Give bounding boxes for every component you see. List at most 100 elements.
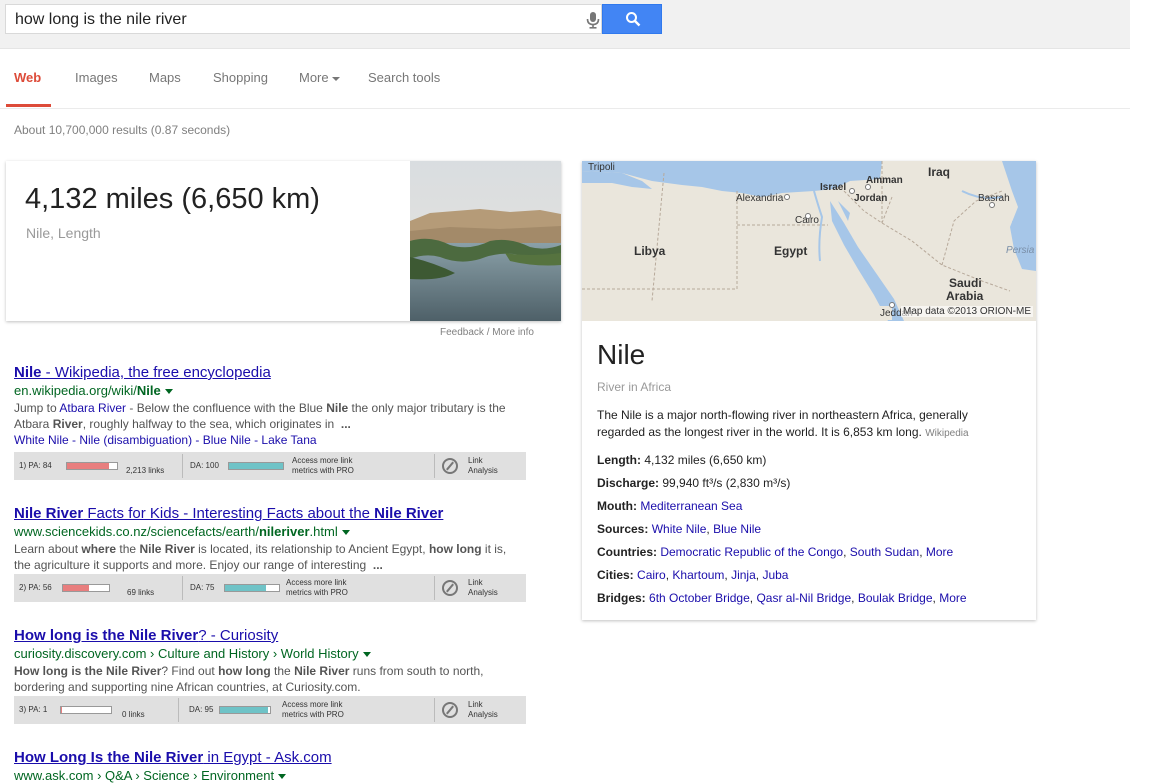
result-title-link[interactable]: How Long Is the Nile River in Egypt - As… [14, 749, 534, 766]
compass-icon[interactable] [442, 458, 458, 474]
tab-images[interactable]: Images [75, 70, 118, 85]
divider [434, 698, 435, 722]
compass-icon[interactable] [442, 580, 458, 596]
divider [434, 454, 435, 478]
feedback-link[interactable]: Feedback / More info [440, 327, 534, 338]
result-title-link[interactable]: How long is the Nile River? - Curiosity [14, 627, 534, 644]
result-url: en.wikipedia.org/wiki/Nile [14, 383, 534, 398]
fact-link[interactable]: Khartoum [672, 568, 724, 582]
search-result: How Long Is the Nile River in Egypt - As… [14, 749, 534, 783]
fact-link[interactable]: 6th October Bridge [649, 591, 750, 605]
tab-maps[interactable]: Maps [149, 70, 181, 85]
search-button[interactable] [602, 4, 662, 34]
result-url: www.sciencekids.co.nz/sciencefacts/earth… [14, 524, 534, 539]
divider [434, 576, 435, 600]
mozbar: 1) PA: 84 2,213 links DA: 100 Access mor… [14, 452, 526, 480]
url-dropdown-icon[interactable] [164, 389, 173, 395]
divider [182, 454, 183, 478]
fact-link[interactable]: Blue Nile [713, 522, 761, 536]
city-marker [889, 302, 895, 308]
link-count: 69 links [127, 588, 155, 597]
link-analysis-link[interactable]: Link Analysis [468, 456, 498, 476]
result-title-link[interactable]: Nile - Wikipedia, the free encyclopedia [14, 364, 534, 381]
city-marker [784, 194, 790, 200]
fact-label: Cities: [597, 568, 634, 582]
pro-metrics-link[interactable]: Access more link metrics with PRO [286, 578, 348, 598]
entity-subtitle: River in Africa [597, 380, 672, 394]
domain-authority: DA: 100 [190, 461, 219, 470]
page-authority-bar [66, 462, 118, 470]
url-dropdown-icon[interactable] [341, 530, 350, 536]
entity-facts: Length: 4,132 miles (6,650 km) Discharge:… [597, 453, 1027, 614]
fact-row: Discharge: 99,940 ft³/s (2,830 m³/s) [597, 476, 1027, 499]
map-label: Persia [1006, 245, 1035, 256]
fact-row: Bridges: 6th October Bridge, Qasr al-Nil… [597, 591, 967, 605]
tab-web[interactable]: Web [14, 70, 41, 85]
top-bar [0, 0, 1130, 49]
city-marker [849, 188, 855, 194]
fact-link[interactable]: More [926, 545, 953, 559]
page-authority-bar [60, 706, 112, 714]
compass-icon[interactable] [442, 702, 458, 718]
link-analysis-link[interactable]: Link Analysis [468, 578, 498, 598]
mozbar: 2) PA: 56 69 links DA: 75 Access more li… [14, 574, 526, 602]
mozbar: 3) PA: 1 0 links DA: 95 Access more link… [14, 696, 526, 724]
fact-link[interactable]: Juba [762, 568, 788, 582]
microphone-icon[interactable] [585, 11, 601, 29]
domain-authority: DA: 95 [189, 705, 214, 714]
fact-link[interactable]: Democratic Republic of the Congo [660, 545, 843, 559]
search-input[interactable] [6, 5, 577, 35]
fact-label: Length: [597, 453, 641, 467]
city-marker [865, 184, 871, 190]
fact-value: 4,132 miles (6,650 km) [644, 453, 767, 467]
page-authority: 1) PA: 84 [19, 461, 52, 470]
fact-link[interactable]: White Nile [652, 522, 707, 536]
fact-link[interactable]: Jinja [731, 568, 756, 582]
active-tab-indicator [6, 104, 51, 107]
fact-label: Countries: [597, 545, 657, 559]
fact-link[interactable]: Qasr al-Nil Bridge [756, 591, 851, 605]
fact-label: Sources: [597, 522, 649, 536]
knowledge-panel: Tripoli Israel Amman Iraq Alexandria Jor… [582, 161, 1036, 620]
result-sitelinks[interactable]: White Nile - Nile (disambiguation) - Blu… [14, 433, 534, 447]
fact-row: Mouth: Mediterranean Sea [597, 499, 1027, 522]
url-dropdown-icon[interactable] [362, 652, 371, 658]
map-label: Saudi [949, 276, 982, 290]
pro-metrics-link[interactable]: Access more link metrics with PRO [282, 700, 344, 720]
tab-search-tools[interactable]: Search tools [368, 70, 440, 85]
divider [182, 576, 183, 600]
domain-authority: DA: 75 [190, 583, 215, 592]
wikipedia-source-link[interactable]: Wikipedia [925, 428, 968, 439]
map-label: Libya [634, 244, 666, 258]
domain-authority-bar [224, 584, 280, 592]
city-marker [989, 202, 995, 208]
map-thumbnail[interactable]: Tripoli Israel Amman Iraq Alexandria Jor… [582, 161, 1036, 321]
fact-row: Length: 4,132 miles (6,650 km) [597, 453, 1027, 476]
search-result: How long is the Nile River? - Curiosity … [14, 627, 534, 695]
city-marker [805, 213, 811, 219]
result-url: www.ask.com › Q&A › Science › Environmen… [14, 768, 534, 783]
map-label: Egypt [774, 244, 807, 258]
map-label: Tripoli [588, 162, 615, 173]
tab-shopping[interactable]: Shopping [213, 70, 268, 85]
fact-link[interactable]: Cairo [637, 568, 666, 582]
tab-more[interactable]: More [299, 70, 340, 85]
result-title-link[interactable]: Nile River Facts for Kids - Interesting … [14, 505, 534, 522]
fact-link[interactable]: Boulak Bridge [858, 591, 933, 605]
pro-metrics-link[interactable]: Access more link metrics with PRO [292, 456, 354, 476]
nile-river-photo[interactable] [410, 161, 561, 321]
fact-link[interactable]: More [939, 591, 966, 605]
url-dropdown-icon[interactable] [278, 774, 287, 780]
link-analysis-link[interactable]: Link Analysis [468, 700, 498, 720]
page-authority: 3) PA: 1 [19, 705, 48, 714]
entity-title: Nile [597, 339, 646, 370]
fact-link[interactable]: Mediterranean Sea [640, 499, 742, 513]
search-tabs: Web Images Maps Shopping More Search too… [0, 62, 1130, 109]
answer-label: Nile, Length [26, 225, 101, 241]
link-count: 0 links [122, 710, 145, 719]
page-authority-bar [62, 584, 110, 592]
fact-link[interactable]: South Sudan [850, 545, 919, 559]
search-box[interactable] [5, 4, 602, 35]
map-label: Israel [820, 182, 846, 193]
map-label: Basrah [978, 193, 1010, 204]
